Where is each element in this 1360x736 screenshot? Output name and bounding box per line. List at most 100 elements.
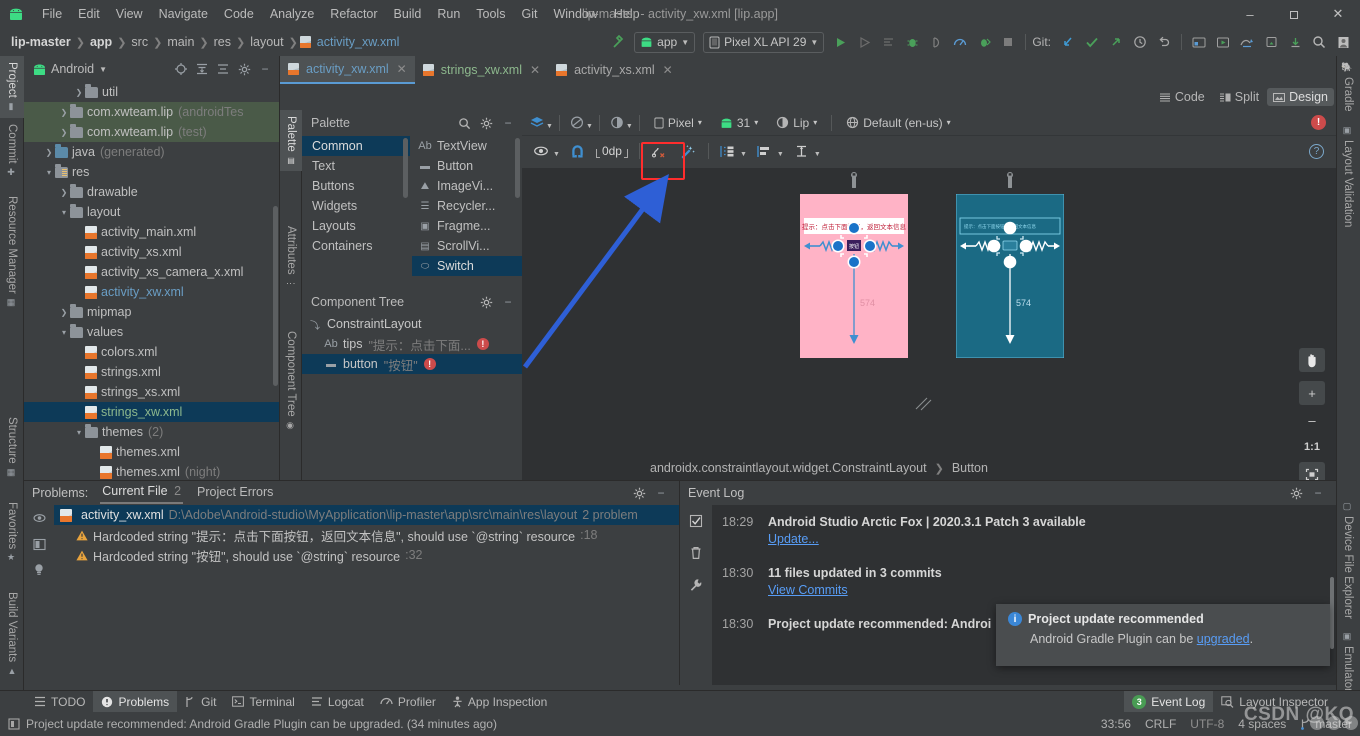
tree-item[interactable]: ▾ values — [24, 322, 279, 342]
chevron-down-icon[interactable]: ▼ — [814, 151, 821, 158]
sidebar-item-resource-manager[interactable]: Resource Manager ▦ — [0, 190, 24, 314]
palette-item-list[interactable]: Ab TextView ▬ Button ⛰ ImageVi... ☰ Recycler...… — [412, 136, 522, 288]
main-menu-bar[interactable]: File Edit View Navigate Code Analyze Ref… — [34, 4, 648, 24]
render-settings-wrench-icon[interactable] — [848, 172, 860, 188]
run-configuration-selector[interactable]: app ▼ — [634, 31, 696, 53]
project-file-tree[interactable]: ❯ util ❯ com.xwteam.lip (androidTes ❯ com.xwte… — [24, 82, 279, 480]
bottom-tab-event-log[interactable]: 3 Event Log — [1124, 690, 1214, 713]
list-item[interactable]: 18:29 Android Studio Arctic Fox | 2020.3… — [712, 511, 1336, 548]
bottom-tab-git[interactable]: Git — [177, 691, 224, 713]
canvas-resize-handle[interactable] — [914, 396, 934, 412]
tree-item[interactable]: ▾ themes (2) — [24, 422, 279, 442]
chevron-right-icon[interactable]: ❯ — [73, 88, 85, 97]
error-badge-icon[interactable]: ! — [476, 338, 489, 350]
mode-code[interactable]: Code — [1153, 88, 1211, 106]
default-margin-control[interactable]: 0dp — [595, 144, 628, 158]
palette-item-recycler[interactable]: ☰ Recycler... — [412, 196, 522, 216]
gear-icon[interactable] — [234, 59, 254, 79]
tree-item[interactable]: activity_main.xml — [24, 222, 279, 242]
settings-wrench-icon[interactable] — [680, 569, 712, 601]
close-icon[interactable]: ✕ — [530, 63, 540, 77]
device-manager-icon[interactable] — [1260, 31, 1282, 53]
tree-item[interactable]: ❯ util — [24, 82, 279, 102]
problems-list[interactable]: activity_xw.xml D:\Adobe\Android-studio\M… — [54, 505, 679, 685]
problems-item-row[interactable]: Hardcoded string "提示：点击下面按钮，返回文本信息", sho… — [54, 525, 679, 545]
orientation-icon[interactable] — [606, 112, 628, 134]
minimize-button[interactable]: – — [1228, 0, 1272, 28]
sdk-manager-icon[interactable] — [1188, 31, 1210, 53]
menu-code[interactable]: Code — [216, 4, 262, 24]
tree-item[interactable]: themes.xml (night) — [24, 462, 279, 480]
palette-item-scrollbar[interactable] — [515, 138, 520, 198]
attach-debugger-icon[interactable] — [925, 31, 947, 53]
undo-icon[interactable] — [1153, 31, 1175, 53]
breadcrumb-src[interactable]: src — [128, 35, 151, 49]
blueprint-settings-wrench-icon[interactable] — [1004, 172, 1016, 188]
menu-run[interactable]: Run — [429, 4, 468, 24]
avd-manager-icon[interactable] — [1212, 31, 1234, 53]
sidebar-item-palette[interactable]: Palette ▤ — [280, 110, 302, 171]
chevron-down-icon[interactable]: ▾ — [43, 168, 55, 177]
palette-category-containers[interactable]: Containers — [302, 236, 410, 256]
gear-icon[interactable] — [476, 292, 496, 312]
close-button[interactable]: ✕ — [1316, 0, 1360, 28]
render-warning-badge[interactable]: ! — [1311, 115, 1326, 130]
eye-icon[interactable] — [530, 140, 552, 162]
chevron-right-icon[interactable]: ❯ — [43, 148, 55, 157]
bottom-tab-problems[interactable]: Problems — [93, 690, 178, 713]
tree-item[interactable]: strings_xs.xml — [24, 382, 279, 402]
menu-file[interactable]: File — [34, 4, 70, 24]
event-log-scrollbar[interactable] — [1330, 577, 1334, 649]
sidebar-item-build-variants[interactable]: Build Variants ▲ — [0, 586, 24, 682]
api-level-selector[interactable]: 31 ▾ — [714, 112, 764, 133]
blueprint-mode-icon[interactable] — [566, 112, 588, 134]
palette-category-buttons[interactable]: Buttons — [302, 176, 410, 196]
gear-icon[interactable] — [476, 113, 496, 133]
error-badge-icon[interactable]: ! — [423, 358, 436, 370]
mark-read-checkbox-icon[interactable] — [680, 505, 712, 537]
collapse-all-icon[interactable] — [213, 59, 233, 79]
palette-item-switch[interactable]: ⬭ Switch — [412, 256, 522, 276]
menu-refactor[interactable]: Refactor — [322, 4, 385, 24]
tree-item[interactable]: ❯ mipmap — [24, 302, 279, 322]
palette-category-layouts[interactable]: Layouts — [302, 216, 410, 236]
chevron-down-icon[interactable]: ▾ — [73, 428, 85, 437]
maximize-button[interactable] — [1272, 0, 1316, 28]
tree-item[interactable]: ❯ com.xwteam.lip (test) — [24, 122, 279, 142]
tree-item[interactable]: activity_xs_camera_x.xml — [24, 262, 279, 282]
hide-panel-icon[interactable]: − — [498, 292, 518, 312]
history-icon[interactable] — [1129, 31, 1151, 53]
hide-panel-icon[interactable]: − — [498, 113, 518, 133]
sidebar-item-commit[interactable]: Commit ✚ — [0, 118, 24, 184]
bottom-tab-todo[interactable]: TODO — [26, 691, 93, 713]
line-separator[interactable]: CRLF — [1145, 717, 1176, 731]
indent-size[interactable]: 4 spaces — [1238, 717, 1286, 731]
component-tree-node[interactable]: Ab tips "提示：点击下面...! — [302, 334, 522, 354]
git-commit-icon[interactable] — [1081, 31, 1103, 53]
caret-position[interactable]: 33:56 — [1101, 717, 1131, 731]
tab-strings-xw[interactable]: strings_xw.xml ✕ — [415, 56, 548, 84]
tree-item[interactable]: strings.xml — [24, 362, 279, 382]
device-render-preview[interactable]: 提示：点击下面按钮，返回文本信息 按钮 574 — [800, 172, 908, 358]
tree-item[interactable]: themes.xml — [24, 442, 279, 462]
problems-file-row[interactable]: activity_xw.xml D:\Adobe\Android-studio\M… — [54, 505, 679, 525]
tree-item[interactable]: ❯ drawable — [24, 182, 279, 202]
menu-analyze[interactable]: Analyze — [262, 4, 322, 24]
palette-item-scrollvi[interactable]: ▤ ScrollVi... — [412, 236, 522, 256]
chevron-right-icon[interactable]: ❯ — [58, 108, 70, 117]
profiler-icon[interactable] — [949, 31, 971, 53]
project-tree-scrollbar[interactable] — [273, 206, 278, 386]
palette-category-list[interactable]: Common Text Buttons Widgets Layouts Container… — [302, 136, 410, 288]
breadcrumb-module[interactable]: app — [87, 35, 115, 49]
build-hammer-icon[interactable] — [607, 31, 629, 53]
bottom-tab-logcat[interactable]: Logcat — [303, 691, 372, 713]
sidebar-item-component-tree[interactable]: Component Tree ◉ — [280, 325, 302, 437]
palette-category-scrollbar[interactable] — [403, 138, 408, 198]
component-tree-node[interactable]: ▬ button "按钮"! — [302, 354, 522, 374]
file-encoding[interactable]: UTF-8 — [1190, 717, 1224, 731]
tab-current-file[interactable]: Current File 2 — [100, 482, 184, 504]
chevron-down-icon[interactable]: ▼ — [740, 151, 747, 158]
menu-git[interactable]: Git — [513, 4, 545, 24]
gear-icon[interactable] — [629, 483, 649, 503]
device-selector[interactable]: Pixel XL API 29 ▼ — [703, 31, 825, 53]
